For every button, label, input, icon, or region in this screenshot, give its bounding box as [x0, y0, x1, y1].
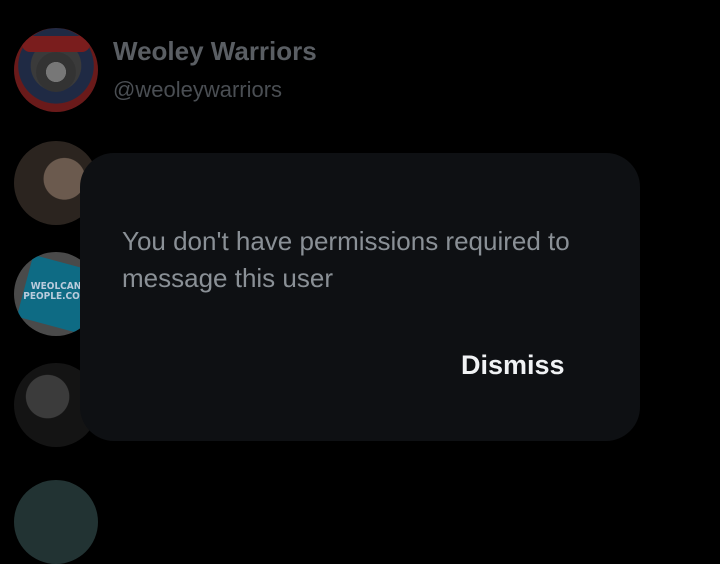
user-handle: @weoleywarriors: [113, 77, 283, 102]
display-name: Weoley Warriors: [113, 36, 317, 66]
list-item[interactable]: [0, 20, 720, 132]
banner-graphic: [22, 36, 90, 52]
lion-logo-icon: [36, 52, 76, 92]
permission-dialog: You don't have permissions required to m…: [80, 153, 640, 441]
dismiss-button[interactable]: Dismiss: [461, 350, 565, 381]
avatar[interactable]: [14, 28, 98, 112]
dialog-message: You don't have permissions required to m…: [122, 226, 570, 293]
avatar[interactable]: [14, 480, 98, 564]
